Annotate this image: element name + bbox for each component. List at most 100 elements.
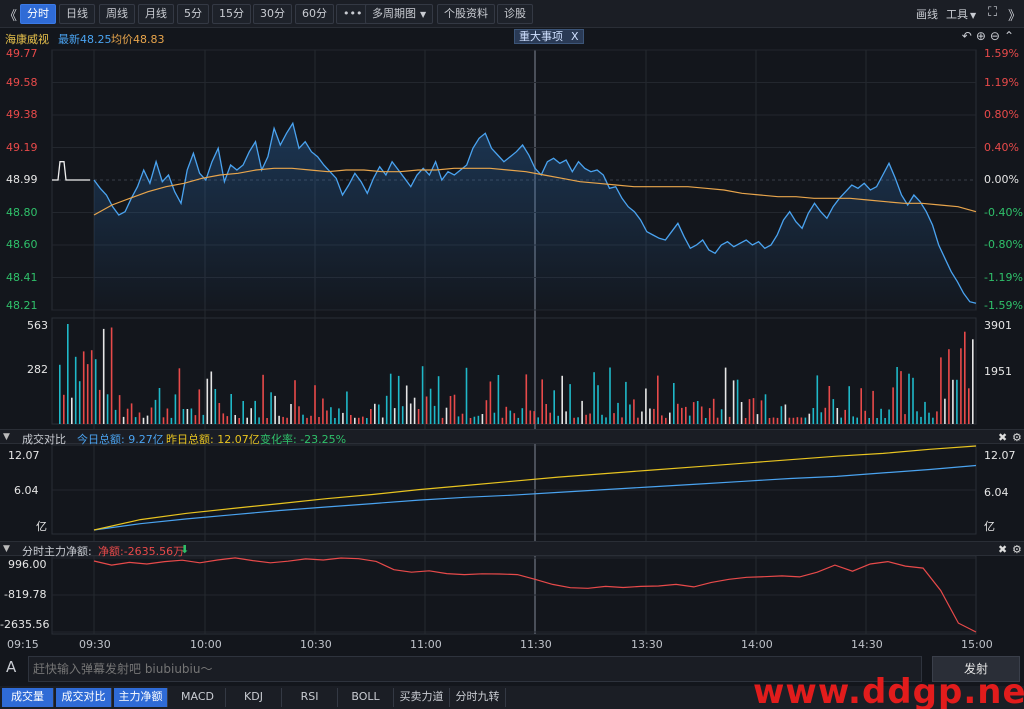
tab-macd[interactable]: MACD [170, 688, 226, 707]
volume-bar [374, 403, 376, 424]
volume-bar [330, 407, 332, 424]
volume-bar [653, 408, 655, 424]
tab-period-5min[interactable]: 5分 [177, 4, 209, 24]
zoom-out-icon[interactable]: ⊖ [990, 29, 1004, 43]
tab-period-fenshi[interactable]: 分时 [20, 4, 56, 24]
undo-icon[interactable]: ↶ [962, 29, 976, 43]
price-axis-label: 48.99 [6, 173, 38, 186]
font-style-icon[interactable]: A [6, 658, 16, 676]
settings-gear-icon[interactable]: ⚙ [1012, 543, 1022, 556]
volume-bar [469, 418, 472, 424]
tab-period-30min[interactable]: 30分 [253, 4, 292, 24]
tab-period-weekly[interactable]: 周线 [99, 4, 135, 24]
volume-bar [146, 415, 149, 424]
tab-turnover-compare[interactable]: 成交对比 [56, 688, 112, 707]
nav-next-icon[interactable]: 》 [1008, 5, 1021, 24]
volume-bar [549, 412, 551, 424]
tab-volume[interactable]: 成交量 [2, 688, 54, 707]
turnover-axis-label: 12.07 [984, 449, 1016, 462]
collapse-triangle-icon[interactable]: ▼ [3, 544, 10, 554]
time-axis-label: 13:30 [631, 638, 663, 651]
volume-bar [800, 417, 803, 424]
close-panel-icon[interactable]: ✖ [998, 543, 1007, 556]
price-axis-label: 49.38 [6, 108, 38, 121]
nav-prev-icon[interactable]: 《 [4, 5, 17, 24]
volume-bar [940, 357, 942, 424]
percent-axis-label: 0.40% [984, 140, 1019, 154]
tab-rsi[interactable]: RSI [282, 688, 338, 707]
volume-bar [238, 418, 240, 424]
volume-bar [318, 417, 320, 424]
volume-bar [154, 399, 157, 424]
volume-bar [262, 374, 264, 424]
percent-axis-label: 1.59% [984, 47, 1019, 60]
volume-bar [944, 398, 946, 424]
tab-period-monthly[interactable]: 月线 [138, 4, 174, 24]
net-flow-axis-label: 996.00 [8, 558, 47, 571]
volume-bar [956, 379, 958, 424]
volume-bar [856, 417, 858, 424]
volume-bar [298, 406, 300, 424]
volume-bar [577, 417, 579, 424]
tab-main-net-flow[interactable]: 主力净额 [114, 688, 168, 707]
volume-bar [170, 417, 173, 424]
major-event-tag[interactable]: 重大事项 X [514, 29, 584, 44]
volume-bar [688, 415, 691, 424]
volume-bar [888, 409, 890, 424]
collapse-icon[interactable]: ⌃ [1004, 29, 1018, 43]
time-axis-label: 10:30 [300, 638, 332, 651]
average-price: 均价48.83 [111, 33, 165, 46]
diagnose-button[interactable]: 诊股 [497, 4, 533, 24]
stock-info-button[interactable]: 个股资料 [437, 4, 495, 24]
fullscreen-icon[interactable]: ⛶ [988, 5, 997, 20]
volume-bar [461, 413, 464, 424]
close-icon[interactable]: X [571, 30, 579, 43]
price-axis-label: 48.80 [6, 205, 38, 219]
volume-bar [290, 404, 292, 424]
volume-panel [59, 324, 974, 424]
volume-bar [162, 417, 165, 424]
volume-bar [772, 417, 775, 424]
zoom-in-icon[interactable]: ⊕ [976, 29, 990, 43]
volume-bar [453, 394, 456, 424]
volume-bar [405, 385, 408, 424]
tab-intraday-nine-turn[interactable]: 分时九转 [450, 688, 506, 707]
tools-menu-button[interactable]: 工具 ▼ [946, 6, 976, 22]
tab-boll[interactable]: BOLL [338, 688, 394, 707]
volume-bar [657, 375, 659, 424]
price-axis-label: 49.58 [6, 75, 38, 89]
net-flow-title[interactable]: 分时主力净额: [22, 543, 92, 559]
stock-name[interactable]: 海康威视 [5, 31, 49, 47]
collapse-triangle-icon[interactable]: ▼ [3, 432, 10, 442]
volume-bar [908, 373, 910, 424]
close-panel-icon[interactable]: ✖ [998, 431, 1007, 444]
volume-bar [346, 391, 348, 424]
tab-buy-sell-force[interactable]: 买卖力道 [394, 688, 450, 707]
volume-bar [788, 417, 791, 424]
tab-period-60min[interactable]: 60分 [295, 4, 334, 24]
multi-period-dropdown[interactable]: 多周期图 ▼ [365, 4, 434, 24]
volume-bar [892, 387, 894, 424]
volume-bar [270, 392, 272, 424]
volume-bar [242, 401, 244, 424]
volume-bar [322, 398, 324, 424]
volume-bar [864, 410, 866, 424]
period-toolbar: 《 分时 日线 周线 月线 5分 15分 30分 60分 ••• 多周期图 ▼ 个… [0, 0, 1024, 28]
volume-bar [633, 399, 635, 424]
volume-bar [393, 408, 396, 424]
tab-period-15min[interactable]: 15分 [212, 4, 251, 24]
volume-bar [609, 367, 611, 424]
tab-period-daily[interactable]: 日线 [59, 4, 95, 24]
volume-bar [692, 402, 695, 424]
draw-line-button[interactable]: 画线 [916, 6, 938, 22]
turnover-compare-title[interactable]: 成交对比 [22, 431, 66, 447]
volume-bar [338, 408, 340, 424]
tab-kdj[interactable]: KDJ [226, 688, 282, 707]
volume-bar [756, 414, 759, 424]
volume-bar [226, 416, 229, 424]
volume-bar [824, 407, 827, 424]
yesterday-amount: 昨日总额: 12.07亿 [166, 433, 260, 446]
settings-gear-icon[interactable]: ⚙ [1012, 431, 1022, 444]
intraday-chart[interactable] [0, 46, 1024, 658]
time-axis-label: 09:15 [7, 638, 39, 651]
